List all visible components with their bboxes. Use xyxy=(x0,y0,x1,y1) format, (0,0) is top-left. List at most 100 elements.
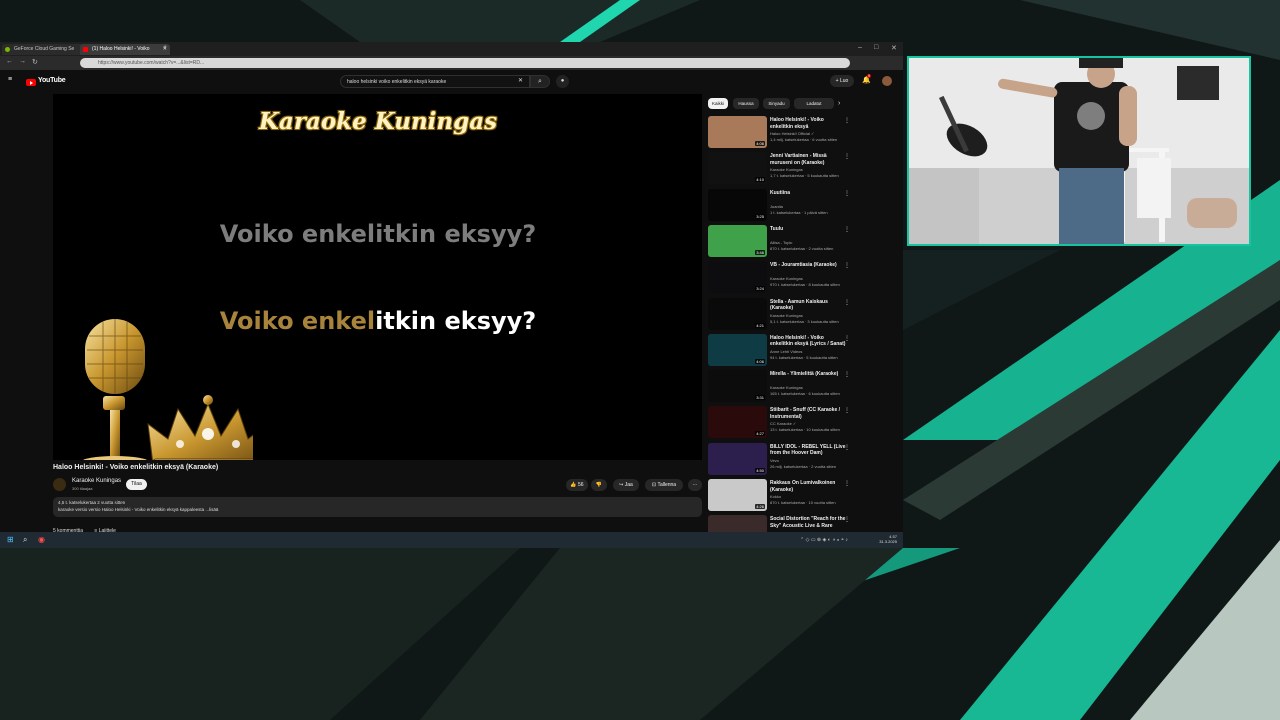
video-thumbnail[interactable]: 3:24 xyxy=(708,261,767,294)
forward-icon[interactable]: → xyxy=(19,58,26,65)
video-thumbnail[interactable]: 3:31 xyxy=(708,370,767,403)
recommended-channel[interactable]: Kokko xyxy=(770,494,781,499)
video-thumbnail[interactable]: 3:46 xyxy=(708,224,767,257)
tab-geforce[interactable]: GeForce Cloud Gaming Se ✕ xyxy=(2,44,88,55)
recommended-video[interactable]: 4:06 Haloo Helsinki! - Voiko enkelitkin e… xyxy=(708,116,898,151)
recommended-channel[interactable]: Karaoke Kuningas xyxy=(770,313,803,318)
menu-icon[interactable]: ≡ xyxy=(8,76,12,83)
video-thumbnail[interactable]: 4:21 xyxy=(708,297,767,330)
recommended-title[interactable]: BILLY IDOL - REBEL YELL (Live from the H… xyxy=(770,444,848,457)
recommended-title[interactable]: Stiibarit - Snuff (CC Karaoke / Instrume… xyxy=(770,407,848,420)
more-options-icon[interactable]: ⋮ xyxy=(844,117,850,124)
recommended-meta: 870 t. katselukertaa · 2 vuotta sitten xyxy=(770,245,834,251)
chip-related[interactable]: Sinyadu xyxy=(763,98,790,109)
recommended-title[interactable]: Social Distortion "Reach for the Sky" Ac… xyxy=(770,516,848,529)
recommended-title[interactable]: Haloo Helsinki! - Voiko enkelitkin eksyä xyxy=(770,117,848,130)
recommended-video[interactable]: 4:26 Rakkaus On Lumivalkoinen (Karaoke) Ko… xyxy=(708,479,898,514)
recommended-video[interactable]: 3:46 Tuulu Aliisa - Topic 870 t. katseluker… xyxy=(708,224,898,260)
more-options-icon[interactable]: ⋮ xyxy=(844,262,850,269)
description-box[interactable]: 4,5 t. katselukertaa 2 vuotta sitten kar… xyxy=(53,497,702,517)
video-thumbnail[interactable]: 4:06 xyxy=(708,116,767,148)
create-button[interactable]: + Luo xyxy=(830,75,854,87)
recommended-channel[interactable]: Aliisa - Topic xyxy=(770,240,792,245)
more-options-icon[interactable]: ⋮ xyxy=(844,226,850,233)
more-options-icon[interactable]: ⋮ xyxy=(844,190,850,197)
recommended-meta: 13 t. katselukertaa · 10 kuukautta sitte… xyxy=(770,427,840,433)
chevron-right-icon[interactable]: › xyxy=(838,98,840,109)
voice-search-button[interactable]: ● xyxy=(556,75,569,88)
like-button[interactable]: 👍 56 xyxy=(566,479,588,491)
recommended-video[interactable]: 4:10 Jenni Vartiainen - Missä muruseni on… xyxy=(708,152,898,187)
recommended-channel[interactable]: Anne Lehti Videos xyxy=(770,349,802,354)
video-thumbnail[interactable]: 4:10 xyxy=(708,152,767,185)
dislike-button[interactable]: 👎 xyxy=(591,479,607,491)
subscribe-button[interactable]: Tilaa xyxy=(126,479,147,490)
reload-icon[interactable]: ↻ xyxy=(32,58,38,66)
new-tab-icon[interactable]: + xyxy=(163,44,167,51)
more-options-icon[interactable]: ⋮ xyxy=(844,299,850,306)
recommended-video[interactable]: 4:50 BILLY IDOL - REBEL YELL (Live from t… xyxy=(708,442,898,478)
video-thumbnail[interactable]: 4:50 xyxy=(708,442,767,475)
more-options-icon[interactable]: ⋮ xyxy=(844,335,850,342)
recommended-channel[interactable]: Vevo xyxy=(770,458,779,463)
recommended-title[interactable]: Rakkaus On Lumivalkoinen (Karaoke) xyxy=(770,480,848,493)
save-button[interactable]: ⊡ Tallenna xyxy=(645,479,683,491)
video-thumbnail[interactable]: 3:25 xyxy=(708,188,767,221)
more-options-icon[interactable]: ⋮ xyxy=(844,153,850,160)
channel-name[interactable]: Karaoke Kuningas xyxy=(72,478,121,484)
video-thumbnail[interactable]: 4:06 xyxy=(708,333,767,366)
youtube-logo-text[interactable]: YouTube xyxy=(38,77,66,84)
recommended-title[interactable]: Haloo Helsinki! - Voiko enkelitkin eksyä… xyxy=(770,335,848,348)
clear-search-icon[interactable]: ✕ xyxy=(518,77,523,84)
more-actions-button[interactable]: ··· xyxy=(688,479,702,491)
recommended-channel[interactable]: Karaoke Kuningas xyxy=(770,276,803,281)
search-icon[interactable]: ⌕ xyxy=(23,536,27,544)
chip-uploads[interactable]: Ladatut xyxy=(794,98,834,109)
more-options-icon[interactable]: ⋮ xyxy=(844,444,850,451)
system-clock[interactable]: 4.57 31.3.2025 xyxy=(879,534,897,544)
share-button[interactable]: ↪ Jaa xyxy=(613,479,639,491)
more-options-icon[interactable]: ⋮ xyxy=(844,407,850,414)
search-button[interactable]: ⌕ xyxy=(530,75,550,88)
address-bar[interactable]: https://www.youtube.com/watch?v=...&list… xyxy=(80,58,850,68)
recommended-video[interactable]: 3:24 VB - Jouramtiasia (Karaoke) Karaoke K… xyxy=(708,261,898,296)
browser-icon[interactable]: ◉ xyxy=(38,536,45,544)
more-options-icon[interactable]: ⋮ xyxy=(844,516,850,523)
recommended-channel[interactable]: Haloo Helsinki! Official ✓ xyxy=(770,131,814,136)
recommended-video[interactable]: 3:25 Kuutiina Juanita 1 t. katselukertaa · … xyxy=(708,188,898,224)
recommended-video[interactable]: 3:31 Mirella - Ylimielittä (Karaoke) Karao… xyxy=(708,370,898,405)
recommended-title[interactable]: Mirella - Ylimielittä (Karaoke) xyxy=(770,371,848,378)
recommended-video[interactable]: 4:06 Haloo Helsinki! - Voiko enkelitkin e… xyxy=(708,333,898,369)
youtube-logo-icon[interactable] xyxy=(26,79,36,86)
recommended-title[interactable]: Kuutiina xyxy=(770,190,848,197)
video-player[interactable]: Karaoke Kuningas Voiko enkelitkin eksyy?… xyxy=(53,94,702,460)
channel-avatar[interactable] xyxy=(53,478,66,491)
windows-start-icon[interactable]: ⊞ xyxy=(7,536,14,544)
more-options-icon[interactable]: ⋮ xyxy=(844,480,850,487)
video-thumbnail[interactable]: 4:27 xyxy=(708,406,767,439)
recommended-channel[interactable]: Karaoke Kuningas xyxy=(770,385,803,390)
notifications-button[interactable]: 🔔 9 xyxy=(862,74,871,85)
recommended-video[interactable]: 4:21 Stella - Aamun Kaiskaus (Karaoke) Kar… xyxy=(708,297,898,333)
chip-search[interactable]: Haussa xyxy=(733,98,759,109)
recommended-title[interactable]: Tuulu xyxy=(770,226,848,233)
chip-all[interactable]: Kaikki xyxy=(708,98,728,109)
recommended-title[interactable]: VB - Jouramtiasia (Karaoke) xyxy=(770,262,848,269)
youtube-icon xyxy=(83,47,88,52)
search-input[interactable]: haloo helsinki voiko enkelitkin eksyä ka… xyxy=(340,75,530,88)
video-thumbnail[interactable]: 4:26 xyxy=(708,479,767,511)
recommended-channel[interactable]: CC Karaoke ✓ xyxy=(770,421,796,426)
recommended-video[interactable]: 4:27 Stiibarit - Snuff (CC Karaoke / Inst… xyxy=(708,406,898,441)
recommended-channel[interactable]: Juanita xyxy=(770,204,783,209)
avatar[interactable] xyxy=(882,76,892,86)
tab-label: (1) Haloo Helsinki! - Voiko xyxy=(92,46,150,52)
recommended-title[interactable]: Jenni Vartiainen - Missä muruseni on (Ka… xyxy=(770,153,848,166)
close-window-button[interactable]: ✕ xyxy=(891,44,897,52)
recommended-channel[interactable]: Karaoke Kuningas xyxy=(770,167,803,172)
more-options-icon[interactable]: ⋮ xyxy=(844,371,850,378)
maximize-button[interactable]: □ xyxy=(874,44,878,51)
back-icon[interactable]: ← xyxy=(6,58,13,65)
minimize-button[interactable]: – xyxy=(858,44,862,51)
recommended-title[interactable]: Stella - Aamun Kaiskaus (Karaoke) xyxy=(770,299,848,312)
tab-youtube[interactable]: (1) Haloo Helsinki! - Voiko ✕ xyxy=(80,44,170,55)
